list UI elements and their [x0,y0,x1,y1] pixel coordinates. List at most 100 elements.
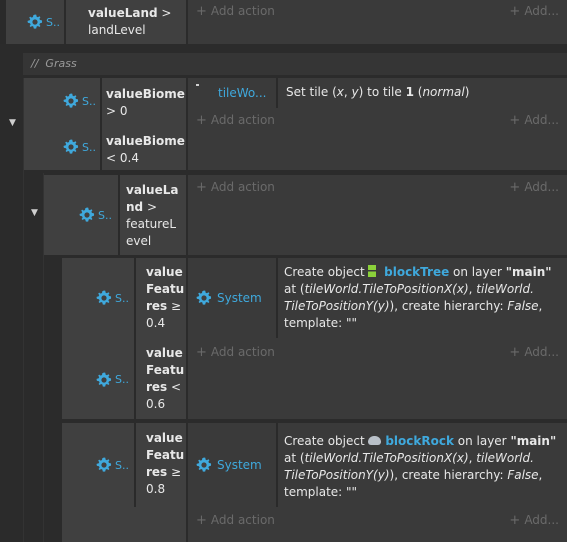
condition-text-line4: 0.4 [146,316,166,330]
condition-object-label: S.. [115,458,129,472]
add-action-button[interactable]: + Add action [196,180,275,195]
top-actions: + Add action + Add... [188,0,567,44]
rock-event: S.. value Featu res ≥ 0.8 System Create … [62,423,567,542]
condition-object[interactable]: S.. [44,175,116,255]
comment-row[interactable]: // Grass [23,53,567,75]
feature-conditions: S.. valueLa nd > featureL evel [44,175,186,255]
add-action-button[interactable]: + Add action [196,113,275,128]
condition-text-line3: res ≥ [146,465,182,479]
condition-valuebiome-gt[interactable]: valueBiome > 0 [106,86,185,120]
gear-icon [63,93,79,108]
plus-icon: + [509,113,521,128]
plus-icon: + [196,113,207,128]
condition-text-line2: Featu [146,363,185,377]
condition-text: value [146,265,183,279]
grass-actions: tileWo... Set tile (x, y) to tile 1 (nor… [188,78,567,170]
action-object-label: System [217,458,262,472]
condition-valuefeatures-lt[interactable]: value Featu res < 0.6 [146,345,184,413]
gear-icon [96,290,112,305]
add-more-button[interactable]: + Add... [509,113,559,128]
condition-text: value [146,431,183,445]
add-more-button[interactable]: + Add... [509,513,559,528]
condition-text-line3: res ≥ [146,299,182,313]
divider [134,423,136,507]
condition-object-label: S.. [82,94,96,108]
condition-text-line4: evel [126,234,152,248]
gear-icon [27,14,43,29]
add-action-button[interactable]: + Add action [196,513,275,528]
condition-object-label: S.. [115,373,129,386]
add-more-button[interactable]: + Add... [509,4,559,19]
action-create-object[interactable]: Create object blockTree on layer "main" … [284,264,562,332]
grass-conditions: S.. valueBiome > 0 S.. valueBiome < 0.4 [24,78,186,170]
condition-object[interactable]: S.. [62,258,133,338]
action-object-label: System [217,291,262,305]
grass-event: ▼ S.. valueBiome > 0 S.. valueBiome < 0.… [0,78,567,542]
condition-text: valueLa [126,183,179,197]
condition-text-line4: 0.6 [146,397,166,411]
add-action-button[interactable]: + Add action [196,345,275,360]
action-set-tile[interactable]: Set tile (x, y) to tile 1 (normal) [286,84,469,101]
feature-event: ▼ S.. valueLa nd > featureL evel + Add ac… [24,173,567,542]
divider [276,78,278,108]
divider [118,175,120,255]
condition-text-line3: featureL [126,217,177,231]
tilemap-icon [196,84,199,86]
plus-icon: + [196,513,207,528]
plus-icon: + [509,513,521,528]
condition-text: value [146,346,183,360]
condition-text: valueBiome [106,134,185,148]
condition-text: valueBiome [106,87,185,101]
tree-actions: System Create object blockTree on layer … [188,258,567,419]
condition-object-label: S.. [98,208,112,222]
gear-icon [196,457,212,472]
divider [100,78,102,170]
feature-actions: + Add action + Add... [188,175,567,255]
gear-icon [79,207,95,222]
condition-valueland-gt[interactable]: valueLa nd > featureL evel [126,182,178,250]
gear-icon [63,139,79,154]
rock-conditions: S.. value Featu res ≥ 0.8 [62,423,186,507]
add-more-button[interactable]: + Add... [509,345,559,360]
action-object-label: tileWo... [218,86,267,100]
condition-object-label: S.. [46,15,60,29]
plus-icon: + [196,4,207,19]
condition-text-line2: landLevel [88,23,146,37]
tree-sprite-icon [368,265,377,277]
condition-text-line3: res < [146,380,182,394]
condition-valuefeatures-ge[interactable]: value Featu res ≥ 0.4 [146,264,184,332]
action-object-system[interactable]: System [188,423,276,507]
top-condition[interactable]: valueLand > landLevel [66,0,186,44]
divider [134,258,136,419]
divider [276,423,278,507]
action-object[interactable]: tileWo... [188,78,276,108]
condition-text-line2: > 0 [106,104,128,118]
action-create-object[interactable]: Create object blockRock on layer "main" … [284,433,562,501]
condition-text-line4: 0.8 [146,482,166,496]
condition-text-line2: nd > [126,200,158,214]
condition-text-line2: Featu [146,282,185,296]
add-action-button[interactable]: + Add action [196,4,275,19]
comment-text: // Grass [31,57,77,70]
plus-icon: + [196,345,207,360]
rock-sprite-icon [368,436,382,445]
tree-event: S.. value Featu res ≥ 0.4 S.. value Feat… [62,258,567,419]
condition-object[interactable]: S.. [24,78,100,124]
plus-icon: + [509,345,521,360]
condition-object-label: S.. [115,291,129,305]
condition-object[interactable]: S.. [62,423,133,507]
chevron-down-icon[interactable]: ▼ [31,208,38,218]
chevron-down-icon[interactable]: ▼ [9,118,16,128]
action-object-system[interactable]: System [188,258,276,338]
condition-valuefeatures-ge[interactable]: value Featu res ≥ 0.8 [146,430,184,498]
condition-text: valueLand > [88,6,172,20]
condition-object[interactable]: S.. [24,124,100,170]
condition-text-line2: Featu [146,448,185,462]
gear-icon [96,372,112,387]
rock-actions: System Create object blockRock on layer … [188,423,567,542]
condition-valuebiome-lt[interactable]: valueBiome < 0.4 [106,133,185,167]
gear-icon [196,290,212,305]
add-more-button[interactable]: + Add... [509,180,559,195]
condition-object[interactable]: S.. [62,340,133,419]
top-condition-object[interactable]: S.. [6,0,64,44]
